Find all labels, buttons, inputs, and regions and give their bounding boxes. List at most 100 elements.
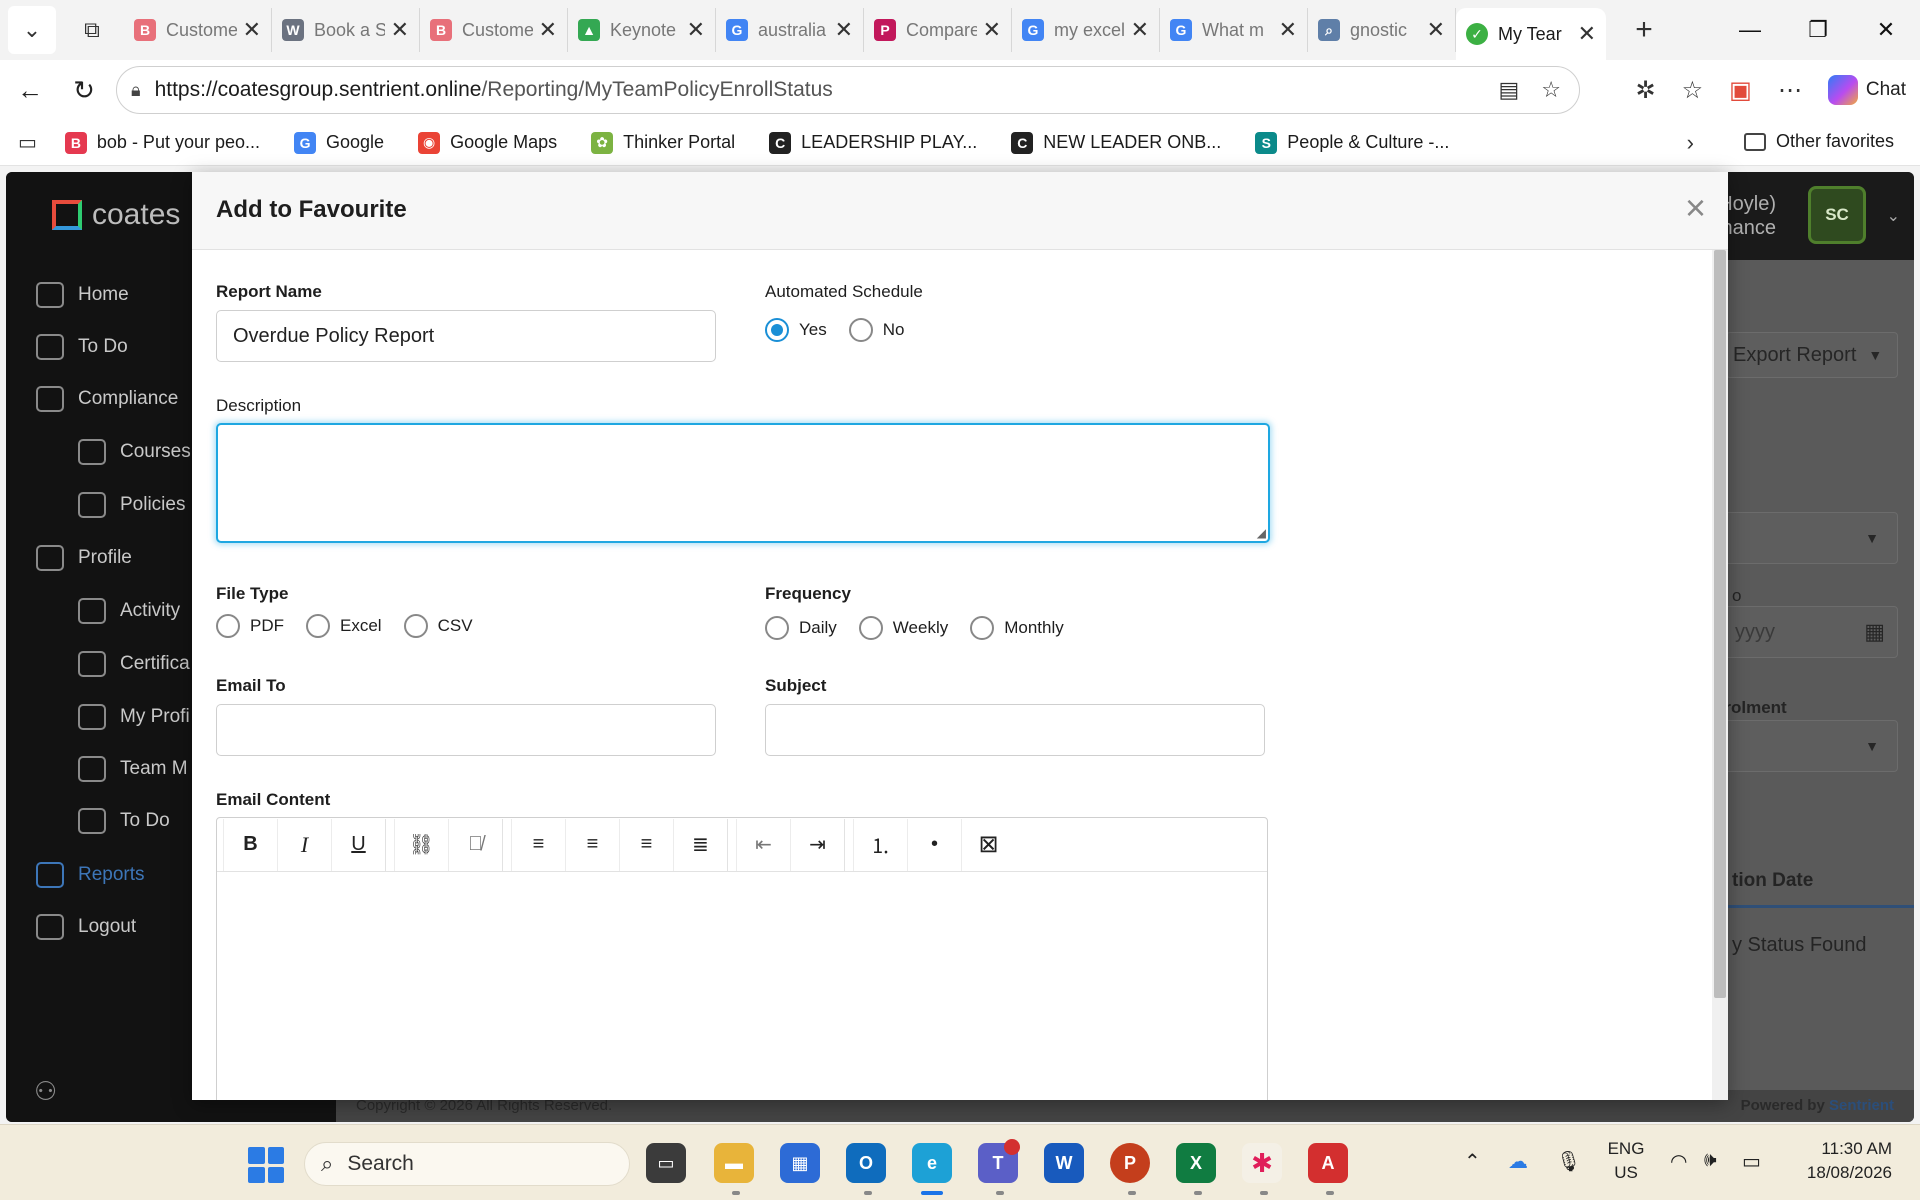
copilot-chat-button[interactable]: Chat — [1827, 75, 1906, 105]
browser-tab[interactable]: P Compare ✕ — [864, 8, 1012, 52]
favorite-link[interactable]: ◉ Google Maps — [418, 131, 557, 154]
powered-by-brand[interactable]: Sentrient — [1829, 1097, 1894, 1114]
close-tab-icon[interactable]: ✕ — [243, 17, 261, 43]
sidebar-item[interactable]: Reports — [36, 862, 145, 888]
close-tab-icon[interactable]: ✕ — [391, 17, 409, 43]
refresh-button[interactable]: ↻ — [60, 66, 108, 114]
sidebar-item[interactable]: Logout — [36, 914, 136, 940]
system-clock[interactable]: 11:30 AM 18/08/2026 — [1807, 1137, 1892, 1185]
resize-grip-icon[interactable]: ◢ — [1257, 526, 1266, 540]
sidebar-item[interactable]: Policies — [78, 492, 185, 518]
sidebar-item[interactable]: Courses — [78, 439, 191, 465]
file-type-pdf-radio[interactable]: PDF — [216, 614, 284, 638]
onedrive-icon[interactable]: ☁ — [1508, 1149, 1528, 1174]
link-icon[interactable]: ⛓ — [394, 818, 448, 871]
underline-button[interactable]: U — [331, 818, 385, 871]
powerpoint-icon[interactable]: P — [1110, 1143, 1150, 1183]
remove-format-icon[interactable]: ⊠ — [961, 818, 1015, 871]
sidebar-toggle-icon[interactable]: ▭ — [18, 130, 37, 155]
close-tab-icon[interactable]: ✕ — [539, 17, 557, 43]
favorite-link[interactable]: Bbob - Put your peo... — [64, 131, 260, 154]
favorite-link[interactable]: ✿ Thinker Portal — [591, 131, 735, 154]
modal-scrollbar[interactable] — [1712, 250, 1728, 1100]
file-type-csv-radio[interactable]: CSV — [403, 614, 473, 638]
ordered-list-icon[interactable]: ⒈ — [853, 818, 907, 871]
close-tab-icon[interactable]: ✕ — [687, 17, 705, 43]
outdent-icon[interactable]: ⇤ — [736, 818, 790, 871]
calendar-icon[interactable]: ▦ — [1864, 619, 1885, 645]
file-type-excel-radio[interactable]: Excel — [306, 614, 382, 638]
minimize-button[interactable]: — — [1716, 0, 1784, 60]
export-report-button[interactable]: Export Report ▼ — [1726, 332, 1898, 378]
sidebar-item[interactable]: To Do — [36, 334, 128, 360]
enrolment-select[interactable]: ▼ — [1706, 720, 1898, 772]
close-tab-icon[interactable]: ✕ — [1131, 17, 1149, 43]
team-icon[interactable]: ⚇ — [34, 1076, 57, 1107]
column-header-completion-date[interactable]: tion Date — [1732, 870, 1813, 892]
collections-icon[interactable]: ▣ — [1729, 76, 1752, 105]
close-tab-icon[interactable]: ✕ — [835, 17, 853, 43]
schedule-yes-radio[interactable]: Yes — [765, 318, 827, 342]
sidebar-item[interactable]: Team M — [78, 756, 188, 782]
close-tab-icon[interactable]: ✕ — [1279, 17, 1297, 43]
more-menu-icon[interactable]: ⋯ — [1778, 76, 1802, 105]
frequency-weekly-radio[interactable]: Weekly — [858, 616, 948, 640]
address-bar[interactable]: 🔒︎ https://coatesgroup.sentrient.online/… — [116, 66, 1580, 114]
battery-icon[interactable]: ▭ — [1742, 1149, 1761, 1174]
taskbar-search[interactable]: ⌕ Search — [304, 1142, 630, 1186]
justify-icon[interactable]: ≣ — [673, 818, 727, 871]
subject-input[interactable] — [765, 704, 1265, 756]
favorite-link[interactable]: C NEW LEADER ONB... — [1011, 131, 1221, 154]
acrobat-icon[interactable]: A — [1308, 1143, 1348, 1183]
browser-tab[interactable]: ⌕ gnostic ✕ — [1308, 8, 1456, 52]
sidebar-item[interactable]: To Do — [78, 808, 170, 834]
word-icon[interactable]: W — [1044, 1143, 1084, 1183]
microsoft-store-icon[interactable]: ▦ — [780, 1143, 820, 1183]
schedule-no-radio[interactable]: No — [848, 318, 904, 342]
close-tab-icon[interactable]: ✕ — [1578, 21, 1596, 47]
sidebar-item[interactable]: Activity — [78, 598, 180, 624]
browser-tab[interactable]: Gmy excel ✕ — [1012, 8, 1160, 52]
new-tab-button[interactable]: + — [1622, 13, 1666, 47]
align-left-icon[interactable]: ≡ — [511, 818, 565, 871]
browser-tab[interactable]: Gaustralia ✕ — [716, 8, 864, 52]
browser-tab[interactable]: B Customer ✕ — [124, 8, 272, 52]
modal-close-button[interactable]: × — [1685, 190, 1706, 226]
reader-mode-icon[interactable]: ▤ — [1498, 77, 1519, 103]
scrollbar-thumb[interactable] — [1714, 250, 1726, 998]
editor-content-area[interactable] — [217, 872, 1267, 1100]
favorite-link[interactable]: C LEADERSHIP PLAY... — [769, 131, 977, 154]
sidebar-item[interactable]: Compliance — [36, 386, 178, 412]
browser-tab[interactable]: W Book a Se ✕ — [272, 8, 420, 52]
indent-icon[interactable]: ⇥ — [790, 818, 844, 871]
description-textarea[interactable]: ◢ — [216, 423, 1270, 543]
start-button[interactable] — [248, 1147, 284, 1183]
restore-button[interactable]: ❐ — [1784, 0, 1852, 60]
chevron-down-icon[interactable]: ⌄ — [1887, 206, 1900, 226]
date-to-input[interactable]: yyyy ▦ — [1706, 606, 1898, 658]
close-tab-icon[interactable]: ✕ — [983, 17, 1001, 43]
favorite-link[interactable]: G Google — [294, 131, 384, 154]
unlink-icon[interactable]: ⛓̸ — [448, 818, 502, 871]
filter-select[interactable]: ▼ — [1706, 512, 1898, 564]
other-favorites-folder[interactable]: Other favorites — [1743, 131, 1894, 152]
file-explorer-icon[interactable]: ▬ — [714, 1143, 754, 1183]
browser-tab-active[interactable]: ✓ My Tear ✕ — [1456, 8, 1606, 60]
browser-tab[interactable]: ▲ Keynote ✕ — [568, 8, 716, 52]
language-indicator[interactable]: ENG US — [1606, 1137, 1646, 1185]
bullet-list-icon[interactable]: • — [907, 818, 961, 871]
report-name-input[interactable]: Overdue Policy Report — [216, 310, 716, 362]
wifi-icon[interactable]: ◠ — [1670, 1149, 1687, 1174]
task-view-icon[interactable]: ▭ — [646, 1143, 686, 1183]
back-button[interactable]: ← — [6, 66, 54, 114]
favorites-overflow-chevron-icon[interactable]: › — [1687, 130, 1694, 156]
sidebar-item[interactable]: Home — [36, 282, 129, 308]
browser-tab[interactable]: G What m ✕ — [1160, 8, 1308, 52]
email-to-input[interactable] — [216, 704, 716, 756]
align-right-icon[interactable]: ≡ — [619, 818, 673, 871]
slack-icon[interactable]: ✱ — [1242, 1143, 1282, 1183]
avatar[interactable]: SC — [1808, 186, 1866, 244]
favorite-link[interactable]: S People & Culture -... — [1255, 131, 1449, 154]
sidebar-item[interactable]: Certifica — [78, 651, 190, 677]
excel-icon[interactable]: X — [1176, 1143, 1216, 1183]
